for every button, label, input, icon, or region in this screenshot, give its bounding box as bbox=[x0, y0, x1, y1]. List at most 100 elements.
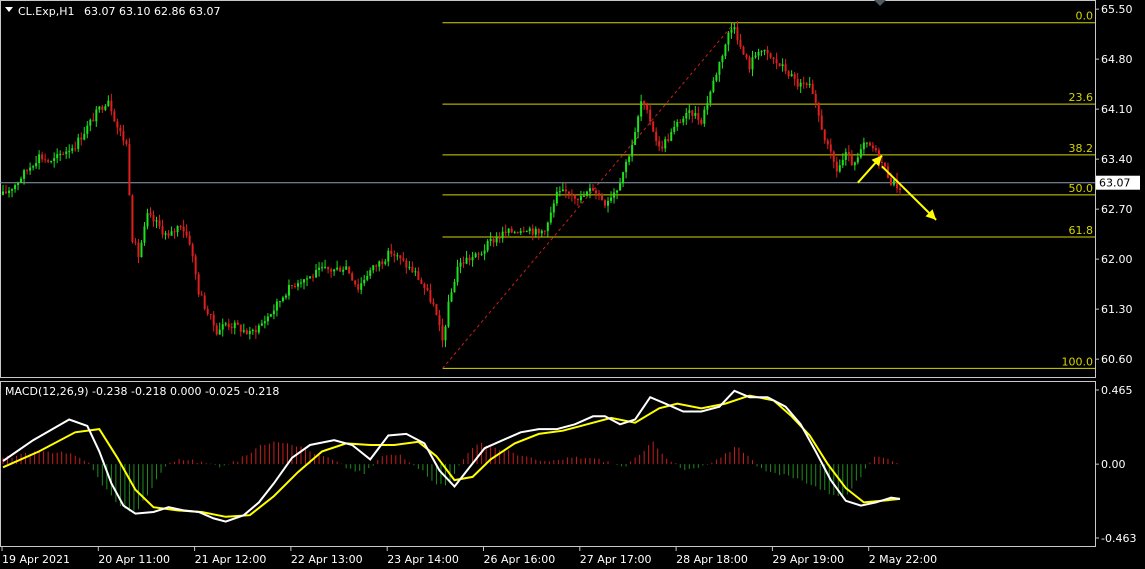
macd-tick-label: -0.463 bbox=[1101, 532, 1136, 545]
candle-body bbox=[853, 162, 856, 166]
candle-body bbox=[233, 322, 236, 328]
candle-body bbox=[209, 313, 212, 315]
candle-body bbox=[95, 109, 98, 122]
candle-body bbox=[844, 152, 847, 160]
candle-body bbox=[634, 132, 637, 145]
candle-body bbox=[38, 154, 41, 164]
price-tick-label: 64.10 bbox=[1101, 103, 1133, 116]
window-scroll-marker-icon[interactable] bbox=[874, 0, 886, 6]
candle-body bbox=[266, 316, 269, 322]
candle-body bbox=[862, 142, 865, 150]
candle-body bbox=[838, 165, 841, 172]
macd-tick-label: 0.465 bbox=[1101, 384, 1133, 397]
candle-body bbox=[763, 49, 766, 52]
candle-body bbox=[459, 262, 462, 267]
time-tick-label: 23 Apr 14:00 bbox=[387, 553, 459, 566]
symbol-dropdown-icon[interactable] bbox=[5, 7, 13, 12]
candle-body bbox=[471, 257, 474, 261]
price-chart[interactable]: CL.Exp,H1 63.07 63.10 62.86 63.07 MACD(1… bbox=[0, 0, 1145, 569]
candle-body bbox=[35, 163, 38, 167]
candle-body bbox=[519, 231, 522, 233]
candle-body bbox=[384, 261, 387, 264]
candle-body bbox=[537, 228, 540, 234]
candle-body bbox=[646, 104, 649, 110]
candle-body bbox=[272, 310, 275, 315]
candle-body bbox=[784, 64, 787, 72]
candle-body bbox=[98, 106, 101, 110]
candle-body bbox=[366, 275, 369, 280]
candle-body bbox=[793, 74, 796, 79]
candle-body bbox=[531, 228, 534, 235]
candle-body bbox=[760, 51, 763, 53]
candle-body bbox=[871, 145, 874, 149]
candle-body bbox=[739, 40, 742, 47]
candle-body bbox=[892, 179, 895, 185]
candle-body bbox=[239, 324, 242, 332]
current-price-label: 63.07 bbox=[1099, 177, 1131, 190]
candle-body bbox=[345, 266, 348, 270]
candle-body bbox=[224, 323, 227, 325]
candle-body bbox=[218, 329, 221, 335]
candle-body bbox=[510, 228, 513, 233]
candle-body bbox=[128, 144, 131, 196]
candle-body bbox=[321, 267, 324, 269]
candle-body bbox=[582, 195, 585, 197]
candle-body bbox=[119, 127, 122, 132]
candle-body bbox=[625, 161, 628, 173]
candle-body bbox=[573, 195, 576, 199]
candle-body bbox=[110, 100, 113, 112]
candle-body bbox=[263, 321, 266, 324]
candle-body bbox=[712, 80, 715, 92]
candle-body bbox=[480, 253, 483, 255]
candle-body bbox=[260, 323, 263, 326]
candle-body bbox=[567, 191, 570, 194]
candle-body bbox=[769, 53, 772, 58]
candle-body bbox=[281, 297, 284, 302]
candle-body bbox=[215, 325, 218, 335]
candle-body bbox=[766, 49, 769, 54]
candle-body bbox=[534, 228, 537, 235]
candle-body bbox=[610, 197, 613, 201]
candle-body bbox=[53, 158, 56, 162]
candle-body bbox=[802, 82, 805, 84]
candle-body bbox=[591, 188, 594, 191]
candle-body bbox=[718, 62, 721, 75]
candle-body bbox=[278, 301, 281, 303]
candle-body bbox=[161, 226, 164, 235]
candle-body bbox=[492, 238, 495, 243]
candle-body bbox=[516, 232, 519, 234]
candle-body bbox=[333, 269, 336, 272]
candle-body bbox=[736, 27, 739, 41]
candle-body bbox=[814, 93, 817, 103]
candle-body bbox=[474, 253, 477, 258]
candle-body bbox=[68, 150, 71, 152]
ohlc-label: 63.07 63.10 62.86 63.07 bbox=[84, 5, 220, 18]
candle-body bbox=[212, 314, 215, 326]
candle-body bbox=[579, 196, 582, 201]
candle-body bbox=[619, 183, 622, 191]
candle-body bbox=[652, 121, 655, 132]
price-tick-label: 64.80 bbox=[1101, 53, 1133, 66]
candle-body bbox=[622, 172, 625, 184]
candle-body bbox=[694, 113, 697, 116]
candle-body bbox=[348, 266, 351, 274]
candle-body bbox=[369, 270, 372, 276]
candle-body bbox=[462, 262, 465, 264]
candle-body bbox=[170, 231, 173, 236]
candle-body bbox=[640, 101, 643, 117]
candle-body bbox=[245, 330, 248, 335]
time-tick-label: 26 Apr 16:00 bbox=[484, 553, 556, 566]
candle-body bbox=[107, 100, 110, 107]
candle-body bbox=[715, 74, 718, 81]
candle-body bbox=[570, 193, 573, 196]
candle-body bbox=[820, 115, 823, 130]
candle-body bbox=[101, 106, 104, 110]
candle-body bbox=[182, 226, 185, 232]
candle-body bbox=[221, 324, 224, 330]
fib-level-label: 38.2 bbox=[1069, 142, 1094, 155]
candle-body bbox=[143, 226, 146, 243]
candle-body bbox=[315, 269, 318, 278]
candle-body bbox=[465, 257, 468, 264]
fibonacci-retracement[interactable]: 0.0 23.6 38.2 50.0 61.8 100.0 bbox=[0, 10, 1095, 369]
candle-body bbox=[808, 83, 811, 85]
